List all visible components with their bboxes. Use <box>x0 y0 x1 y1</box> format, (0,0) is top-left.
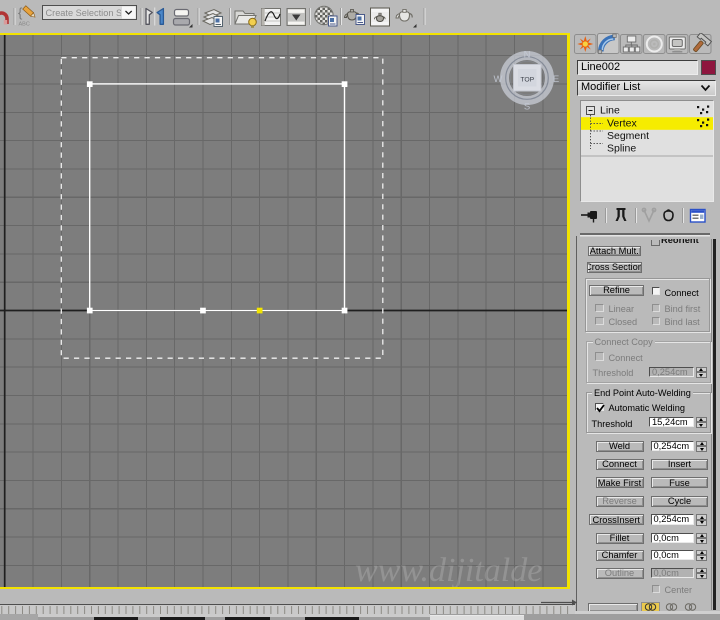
svg-text:E: E <box>553 74 559 85</box>
svg-text:TOP: TOP <box>520 76 534 83</box>
svg-text:www.dijitalde: www.dijitalde <box>355 552 542 587</box>
svg-text:S: S <box>524 102 530 113</box>
svg-text:{: { <box>18 5 23 20</box>
svg-text:N: N <box>524 50 531 61</box>
svg-text:Spline: Spline <box>607 142 636 154</box>
svg-text:Create Selection Se: Create Selection Se <box>46 8 128 18</box>
svg-text:Vertex: Vertex <box>607 117 638 129</box>
svg-text:W: W <box>494 74 503 85</box>
svg-text:Segment: Segment <box>607 130 649 142</box>
svg-text:Line: Line <box>600 104 620 116</box>
svg-text:ABC: ABC <box>19 22 30 28</box>
